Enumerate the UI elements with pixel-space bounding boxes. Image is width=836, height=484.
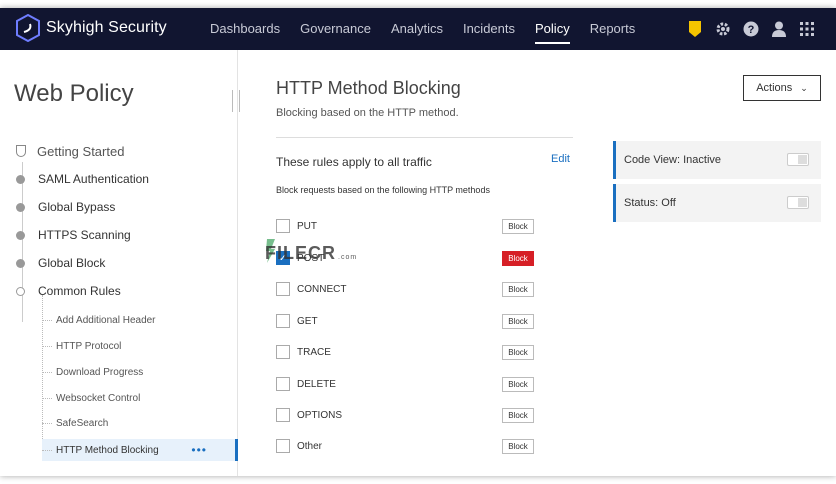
sidebar-subitem-label: Add Additional Header	[56, 314, 156, 326]
method-row-trace: TRACE Block	[276, 342, 536, 362]
nav-dashboards[interactable]: Dashboards	[210, 8, 280, 50]
method-row-other: Other Block	[276, 436, 536, 456]
more-options-icon[interactable]: •••	[191, 443, 207, 457]
method-row-get: GET Block	[276, 311, 536, 331]
sidebar-item-getting-started[interactable]: Getting Started	[16, 141, 124, 161]
sidebar-subitem-label: HTTP Method Blocking	[56, 444, 159, 456]
rules-heading: These rules apply to all traffic	[276, 155, 432, 169]
bullet-icon	[16, 174, 25, 184]
block-button[interactable]: Block	[502, 344, 534, 360]
sidebar-item-label: Getting Started	[37, 143, 125, 159]
sidebar-item-label: Common Rules	[38, 284, 121, 298]
help-icon[interactable]: ?	[742, 20, 760, 38]
main-nav: Dashboards Governance Analytics Incident…	[210, 8, 655, 50]
nav-policy[interactable]: Policy	[535, 8, 570, 50]
method-name: GET	[297, 315, 318, 327]
sidebar-subitem-http-protocol[interactable]: HTTP Protocol	[42, 335, 238, 357]
method-checkbox[interactable]	[276, 314, 290, 328]
actions-button-label: Actions	[756, 82, 793, 94]
method-name: CONNECT	[297, 283, 347, 295]
top-icons: ?	[676, 8, 816, 50]
edit-link[interactable]: Edit	[551, 153, 570, 165]
block-button[interactable]: Block	[502, 313, 534, 329]
sidebar-item-label: HTTPS Scanning	[38, 228, 131, 242]
method-checkbox[interactable]	[276, 219, 290, 233]
block-button[interactable]: Block	[502, 281, 534, 297]
method-name: Other	[297, 440, 323, 452]
watermark: FILECR .com	[265, 243, 357, 264]
sidebar-title: Web Policy	[14, 80, 134, 107]
divider	[276, 137, 573, 138]
method-row-put: PUT Block	[276, 216, 536, 236]
apps-grid-icon[interactable]	[798, 20, 816, 38]
method-checkbox[interactable]	[276, 408, 290, 422]
method-row-delete: DELETE Block	[276, 374, 536, 394]
block-button[interactable]: Block	[502, 438, 534, 454]
user-icon[interactable]	[770, 20, 788, 38]
brand-logo[interactable]: Skyhigh Security	[16, 14, 167, 42]
sidebar-item-saml-authentication[interactable]: SAML Authentication	[16, 169, 149, 189]
brand-name: Skyhigh Security	[46, 19, 167, 36]
sidebar-item-global-bypass[interactable]: Global Bypass	[16, 197, 115, 217]
bullet-hollow-icon	[16, 286, 25, 296]
block-button[interactable]: Block	[502, 407, 534, 423]
method-checkbox[interactable]	[276, 377, 290, 391]
sidebar-subitem-label: Websocket Control	[56, 392, 141, 404]
method-name: PUT	[297, 220, 317, 232]
status-card: Status: Off	[613, 184, 821, 222]
sidebar-subitem-label: Download Progress	[56, 366, 144, 378]
sidebar-subitem-download-progress[interactable]: Download Progress	[42, 361, 238, 383]
method-checkbox[interactable]	[276, 439, 290, 453]
sidebar-item-label: SAML Authentication	[38, 172, 149, 186]
policy-sidebar: Web Policy Getting Started SAML Authenti…	[0, 50, 240, 476]
shield-outline-icon	[16, 145, 26, 157]
svg-text:?: ?	[748, 24, 755, 36]
chevron-down-icon: ⌄	[800, 82, 808, 93]
method-name: TRACE	[297, 346, 331, 358]
page-title: HTTP Method Blocking	[276, 78, 461, 98]
bullet-icon	[16, 258, 25, 268]
top-navigation-bar: Skyhigh Security Dashboards Governance A…	[0, 8, 836, 50]
nav-incidents[interactable]: Incidents	[463, 8, 515, 50]
sidebar-subitem-safesearch[interactable]: SafeSearch	[42, 412, 238, 434]
status-label: Status: Off	[624, 197, 676, 209]
skyhigh-logo-icon	[16, 14, 40, 42]
rules-description: Block requests based on the following HT…	[276, 185, 490, 195]
sidebar-subitem-label: HTTP Protocol	[56, 340, 122, 352]
actions-button[interactable]: Actions ⌄	[743, 75, 821, 101]
app-window: Skyhigh Security Dashboards Governance A…	[0, 8, 836, 476]
block-button[interactable]: Block	[502, 218, 534, 234]
sidebar-item-common-rules[interactable]: Common Rules	[16, 281, 121, 301]
code-view-toggle[interactable]	[787, 153, 809, 166]
sidebar-item-label: Global Block	[38, 256, 106, 270]
shield-badge-icon[interactable]	[686, 20, 704, 38]
sidebar-subitem-websocket-control[interactable]: Websocket Control	[42, 387, 238, 409]
method-checkbox[interactable]	[276, 282, 290, 296]
nav-governance[interactable]: Governance	[300, 8, 371, 50]
block-button[interactable]: Block	[502, 376, 534, 392]
page-subtitle: Blocking based on the HTTP method.	[276, 107, 459, 119]
sidebar-subitem-add-additional-header[interactable]: Add Additional Header	[42, 309, 238, 331]
method-name: DELETE	[297, 378, 336, 390]
nav-analytics[interactable]: Analytics	[391, 8, 443, 50]
method-row-connect: CONNECT Block	[276, 279, 536, 299]
sidebar-subitem-label: SafeSearch	[56, 417, 109, 429]
watermark-suffix: .com	[338, 254, 358, 261]
bullet-icon	[16, 230, 25, 240]
method-name: OPTIONS	[297, 409, 343, 421]
bullet-icon	[16, 202, 25, 212]
code-view-label: Code View: Inactive	[624, 154, 722, 166]
code-view-card: Code View: Inactive	[613, 141, 821, 179]
sidebar-item-label: Global Bypass	[38, 200, 116, 214]
nav-reports[interactable]: Reports	[590, 8, 636, 50]
block-button-active[interactable]: Block	[502, 250, 534, 266]
sidebar-item-https-scanning[interactable]: HTTPS Scanning	[16, 225, 131, 245]
method-row-options: OPTIONS Block	[276, 405, 536, 425]
sidebar-subitem-http-method-blocking[interactable]: HTTP Method Blocking •••	[42, 439, 238, 461]
sidebar-item-global-block[interactable]: Global Block	[16, 253, 105, 273]
status-toggle[interactable]	[787, 196, 809, 209]
method-checkbox[interactable]	[276, 345, 290, 359]
watermark-text: FILECR	[265, 243, 336, 263]
gear-icon[interactable]	[714, 20, 732, 38]
